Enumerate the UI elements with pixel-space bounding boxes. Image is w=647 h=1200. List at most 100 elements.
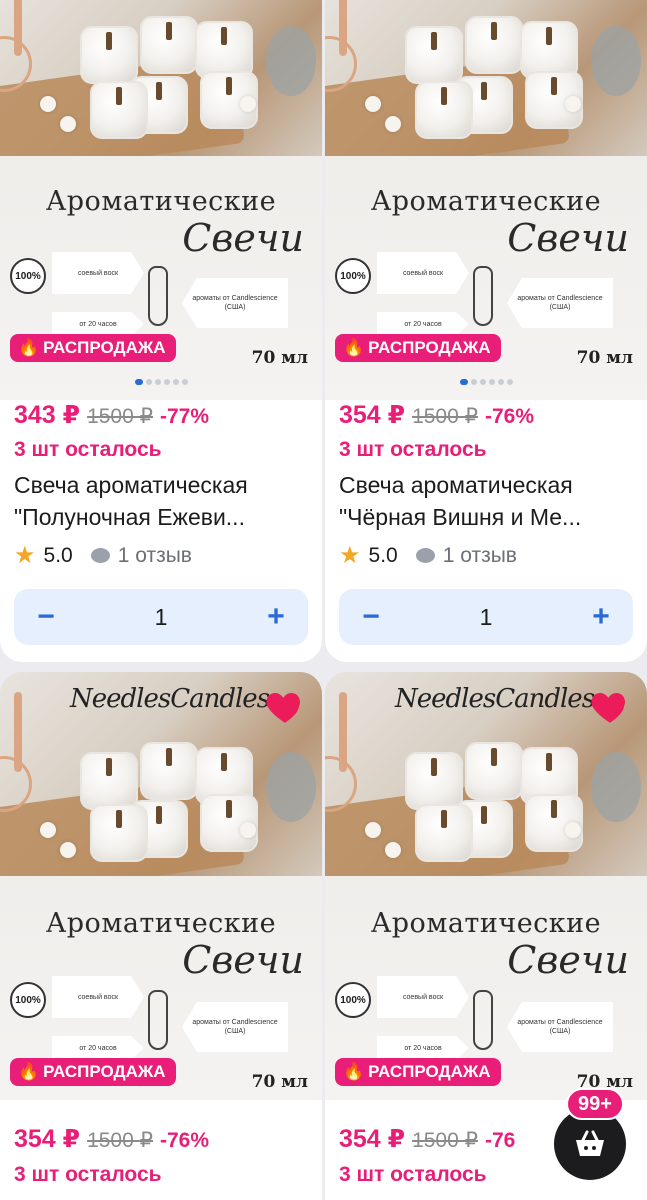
flame-icon: 🔥	[343, 338, 365, 357]
bottle-icon	[473, 266, 493, 326]
quantity-value: 1	[154, 603, 168, 630]
reviews-count[interactable]: 1 отзыв	[118, 544, 192, 568]
sale-label: РАСПРОДАЖА	[368, 1062, 491, 1081]
soy-wax-label: соевый воск	[52, 252, 144, 294]
quantity-value: 1	[479, 603, 493, 630]
comment-icon	[415, 548, 435, 563]
favorite-heart-icon[interactable]	[589, 686, 631, 728]
pager-dot[interactable]	[172, 379, 179, 385]
pager-dot[interactable]	[163, 379, 170, 385]
pager-dot[interactable]	[181, 379, 188, 385]
pager-dot-active[interactable]	[459, 379, 468, 385]
volume-label: 70 мл	[251, 348, 308, 368]
old-price: 1500 ₽	[412, 405, 478, 428]
pager-dot-active[interactable]	[134, 379, 143, 385]
aroma-label: ароматы от Candlescience (США)	[507, 278, 613, 328]
aroma-label: ароматы от Candlescience (США)	[507, 1002, 613, 1052]
comment-icon	[90, 548, 110, 563]
percent-badge: 100%	[335, 258, 371, 294]
volume-label: 70 мл	[251, 1072, 308, 1092]
quantity-stepper: − 1 +	[14, 589, 308, 645]
sale-badge: 🔥 РАСПРОДАЖА	[10, 1058, 176, 1086]
product-image[interactable]: NeedlesCandles Ароматические Свечи 100% …	[0, 672, 322, 1100]
reviews-count[interactable]: 1 отзыв	[443, 544, 517, 568]
pager-dot[interactable]	[479, 379, 486, 385]
image-subtitle: Свечи	[182, 938, 304, 982]
flame-icon: 🔥	[18, 1062, 40, 1081]
product-name[interactable]: Свеча ароматическая "Чёрная Вишня и Ме..…	[339, 469, 633, 533]
product-image[interactable]: Ароматические Свечи 100% соевый воск аро…	[325, 0, 647, 400]
quantity-stepper: − 1 +	[339, 589, 633, 645]
sale-label: РАСПРОДАЖА	[368, 338, 491, 357]
hours-label: от 20 часов	[377, 1036, 469, 1060]
soy-wax-label: соевый воск	[377, 252, 469, 294]
brand-logo: NeedlesCandles	[70, 684, 270, 714]
old-price: 1500 ₽	[87, 1129, 153, 1152]
pager-dot[interactable]	[506, 379, 513, 385]
percent-badge: 100%	[335, 982, 371, 1018]
soy-wax-label: соевый воск	[377, 976, 469, 1018]
product-name-line1[interactable]: Свеча ароматическая	[339, 469, 633, 501]
star-icon: ★	[14, 542, 36, 569]
image-title: Ароматические	[370, 186, 602, 217]
product-name-line2[interactable]: "Полуночная Ежеви...	[14, 501, 308, 533]
pager-dot[interactable]	[145, 379, 152, 385]
price: 354 ₽	[339, 1125, 406, 1153]
stock-left: 3 шт осталось	[14, 438, 162, 461]
decrease-button[interactable]: −	[353, 600, 389, 634]
favorite-heart-icon[interactable]	[264, 686, 306, 728]
sale-badge: 🔥 РАСПРОДАЖА	[335, 1058, 501, 1086]
product-image[interactable]: Ароматические Свечи 100% соевый воск аро…	[0, 0, 322, 400]
discount: -76	[484, 1129, 516, 1152]
sale-label: РАСПРОДАЖА	[43, 1062, 166, 1081]
image-pager[interactable]	[0, 379, 322, 385]
price: 343 ₽	[14, 401, 81, 429]
basket-icon	[576, 1130, 604, 1156]
pager-dot[interactable]	[154, 379, 161, 385]
increase-button[interactable]: +	[583, 600, 619, 634]
product-card[interactable]: Ароматические Свечи 100% соевый воск аро…	[0, 0, 322, 662]
volume-label: 70 мл	[576, 348, 633, 368]
rating-row[interactable]: ★ 5.0 1 отзыв	[339, 541, 517, 570]
bottle-icon	[148, 990, 168, 1050]
rating-row[interactable]: ★ 5.0 1 отзыв	[14, 541, 192, 570]
pager-dot[interactable]	[470, 379, 477, 385]
bottle-icon	[148, 266, 168, 326]
product-name-line2[interactable]: "Чёрная Вишня и Ме...	[339, 501, 633, 533]
pager-dot[interactable]	[497, 379, 504, 385]
old-price: 1500 ₽	[87, 405, 153, 428]
price: 354 ₽	[339, 401, 406, 429]
hours-label: от 20 часов	[52, 1036, 144, 1060]
percent-badge: 100%	[10, 982, 46, 1018]
stock-left: 3 шт осталось	[339, 438, 487, 461]
image-title: Ароматические	[45, 186, 277, 217]
product-card[interactable]: NeedlesCandles Ароматические Свечи 100% …	[0, 672, 322, 1200]
sale-label: РАСПРОДАЖА	[43, 338, 166, 357]
product-image[interactable]: NeedlesCandles Ароматические Свечи 100% …	[325, 672, 647, 1100]
rating-value: 5.0	[43, 543, 73, 567]
price: 354 ₽	[14, 1125, 81, 1153]
image-pager[interactable]	[325, 379, 647, 385]
percent-badge: 100%	[10, 258, 46, 294]
stock-left: 3 шт осталось	[14, 1163, 162, 1186]
increase-button[interactable]: +	[258, 600, 294, 634]
image-title: Ароматические	[370, 908, 602, 939]
hours-label: от 20 часов	[377, 312, 469, 336]
image-subtitle: Свечи	[507, 216, 629, 260]
discount: -76%	[484, 405, 535, 428]
stock-left: 3 шт осталось	[339, 1163, 487, 1186]
pager-dot[interactable]	[488, 379, 495, 385]
product-card[interactable]: Ароматические Свечи 100% соевый воск аро…	[325, 0, 647, 662]
product-name-line1[interactable]: Свеча ароматическая	[14, 469, 308, 501]
flame-icon: 🔥	[18, 338, 40, 357]
image-subtitle: Свечи	[507, 938, 629, 982]
image-title: Ароматические	[45, 908, 277, 939]
brand-logo: NeedlesCandles	[395, 684, 595, 714]
bottle-icon	[473, 990, 493, 1050]
sale-badge: 🔥 РАСПРОДАЖА	[335, 334, 501, 362]
aroma-label: ароматы от Candlescience (США)	[182, 278, 288, 328]
flame-icon: 🔥	[343, 1062, 365, 1081]
decrease-button[interactable]: −	[28, 600, 64, 634]
soy-wax-label: соевый воск	[52, 976, 144, 1018]
product-name[interactable]: Свеча ароматическая "Полуночная Ежеви...	[14, 469, 308, 533]
